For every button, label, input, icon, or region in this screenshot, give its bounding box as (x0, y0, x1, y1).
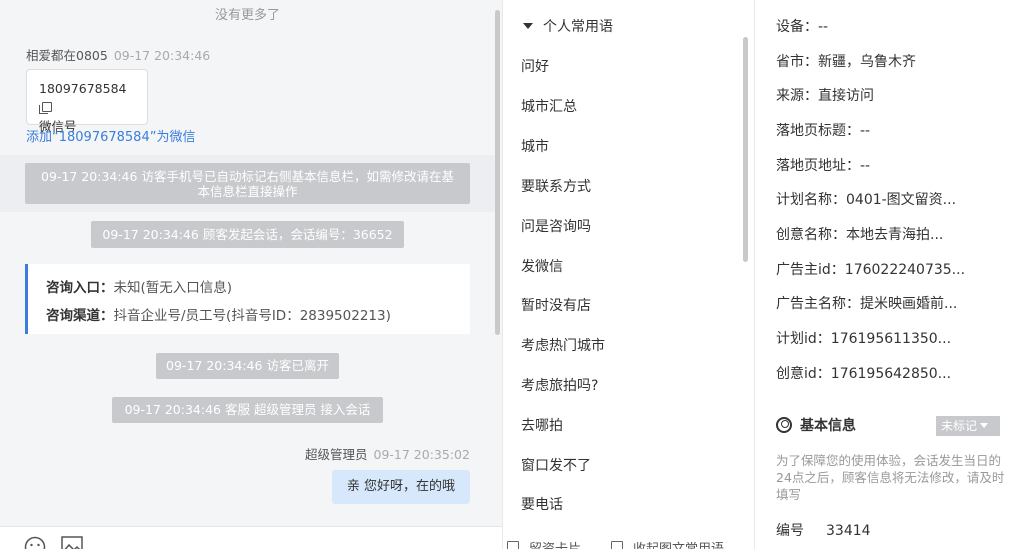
field-plan-id: 计划id：176195611350... (776, 331, 952, 347)
phrase-item[interactable]: 发微信 (521, 256, 563, 276)
chat-scrollbar[interactable] (495, 10, 500, 335)
phone-number: 18097678584 (39, 81, 127, 96)
field-source: 来源：直接访问 (776, 88, 874, 104)
copy-icon[interactable] (39, 102, 52, 114)
phone-card: 18097678584 微信号 (26, 69, 148, 134)
phrase-item[interactable]: 考虑热门城市 (521, 335, 605, 355)
phrase-group-title: 个人常用语 (543, 19, 613, 35)
add-wechat-link[interactable]: 添加“18097678584”为微信 (26, 126, 195, 145)
phrases-scrollbar[interactable] (743, 37, 748, 262)
field-number: 编号 33414 (776, 523, 871, 539)
collapse-phrases-button[interactable]: 收起图文常用语 (633, 538, 724, 549)
phrase-item[interactable]: 要电话 (521, 494, 563, 514)
phrase-item[interactable]: 要联系方式 (521, 176, 591, 196)
field-creative-name: 创意名称：本地去青海拍... (776, 227, 944, 243)
emoji-icon[interactable] (24, 536, 46, 549)
basic-info-title: 基本信息 (776, 415, 856, 435)
phrase-item[interactable]: 城市汇总 (521, 96, 577, 116)
app-root: 没有更多了 相爱都在0805 09-17 20:34:46 18097678584… (0, 0, 1021, 549)
phrase-item[interactable]: 问好 (521, 56, 549, 76)
phrase-group-header[interactable]: 个人常用语 (523, 16, 613, 36)
system-message: 09-17 20:34:46 访客手机号已自动标记右侧基本信息栏，如需修改请在基… (25, 163, 470, 204)
tag-dropdown[interactable]: 未标记 (936, 416, 1000, 436)
visitor-info-panel: 设备：-- 省市：新疆，乌鲁木齐 来源：直接访问 落地页标题：-- 落地页地址：… (756, 0, 1021, 549)
phrase-item[interactable]: 城市 (521, 136, 549, 156)
consult-channel-value: 抖音企业号/员工号(抖音号ID：2839502213) (113, 308, 391, 324)
caret-down-icon (980, 423, 989, 428)
phrase-item[interactable]: 暂时没有店 (521, 295, 591, 315)
field-landing-title: 落地页标题：-- (776, 123, 871, 139)
image-icon[interactable] (61, 536, 83, 549)
system-message: 09-17 20:34:46 访客已离开 (156, 353, 339, 379)
message-bubble: 亲 您好呀，在的哦 (332, 470, 470, 504)
message-time: 09-17 20:35:02 (373, 447, 470, 462)
phrase-item[interactable]: 问是咨询吗 (521, 216, 591, 236)
consult-entry-value: 未知(暂无入口信息) (113, 280, 233, 296)
no-more-text: 没有更多了 (214, 8, 280, 23)
message-header: 超级管理员 09-17 20:35:02 (305, 444, 470, 463)
field-region: 省市：新疆，乌鲁木齐 (776, 54, 916, 70)
field-device: 设备：-- (776, 19, 829, 35)
edit-notice: 为了保障您的使用体验，会话发生当日的24点之后，顾客信息将无法修改，请及时填写 (776, 453, 1005, 502)
collapse-icon (611, 541, 623, 549)
chat-panel: 没有更多了 相爱都在0805 09-17 20:34:46 18097678584… (0, 0, 502, 549)
user-icon (776, 417, 792, 433)
sender-name: 超级管理员 (305, 447, 368, 462)
common-phrases-panel: 个人常用语 问好 城市汇总 城市 要联系方式 问是咨询吗 发微信 暂时没有店 考… (502, 0, 755, 549)
consult-info-card: 咨询入口：未知(暂无入口信息) 咨询渠道：抖音企业号/员工号(抖音号ID：283… (25, 264, 470, 334)
consult-entry-label: 咨询入口： (46, 280, 114, 296)
phrases-footer: 留资卡片 收起图文常用语 (503, 526, 754, 549)
chat-toolbar (0, 526, 502, 549)
phrase-item[interactable]: 窗口发不了 (521, 455, 591, 475)
message-header: 相爱都在0805 09-17 20:34:46 (26, 45, 210, 64)
sender-name: 相爱都在0805 (26, 48, 108, 63)
system-message: 09-17 20:34:46 客服 超级管理员 接入会话 (112, 397, 383, 423)
field-plan-name: 计划名称：0401-图文留资... (776, 192, 957, 208)
field-creative-id: 创意id：176195642850... (776, 366, 952, 382)
field-advertiser-id: 广告主id：176022240735... (776, 262, 966, 278)
consult-channel-label: 咨询渠道： (46, 308, 114, 324)
message-time: 09-17 20:34:46 (113, 48, 211, 63)
system-message: 09-17 20:34:46 顾客发起会话，会话编号：36652 (91, 221, 404, 248)
field-landing-url: 落地页地址：-- (776, 158, 871, 174)
caret-down-icon (523, 23, 533, 29)
lead-card-button[interactable]: 留资卡片 (529, 538, 581, 549)
phrase-item[interactable]: 考虑旅拍吗? (521, 375, 598, 395)
card-icon (507, 541, 519, 549)
field-advertiser-name: 广告主名称：提米映画婚前... (776, 296, 958, 312)
phrase-item[interactable]: 去哪拍 (521, 415, 563, 435)
